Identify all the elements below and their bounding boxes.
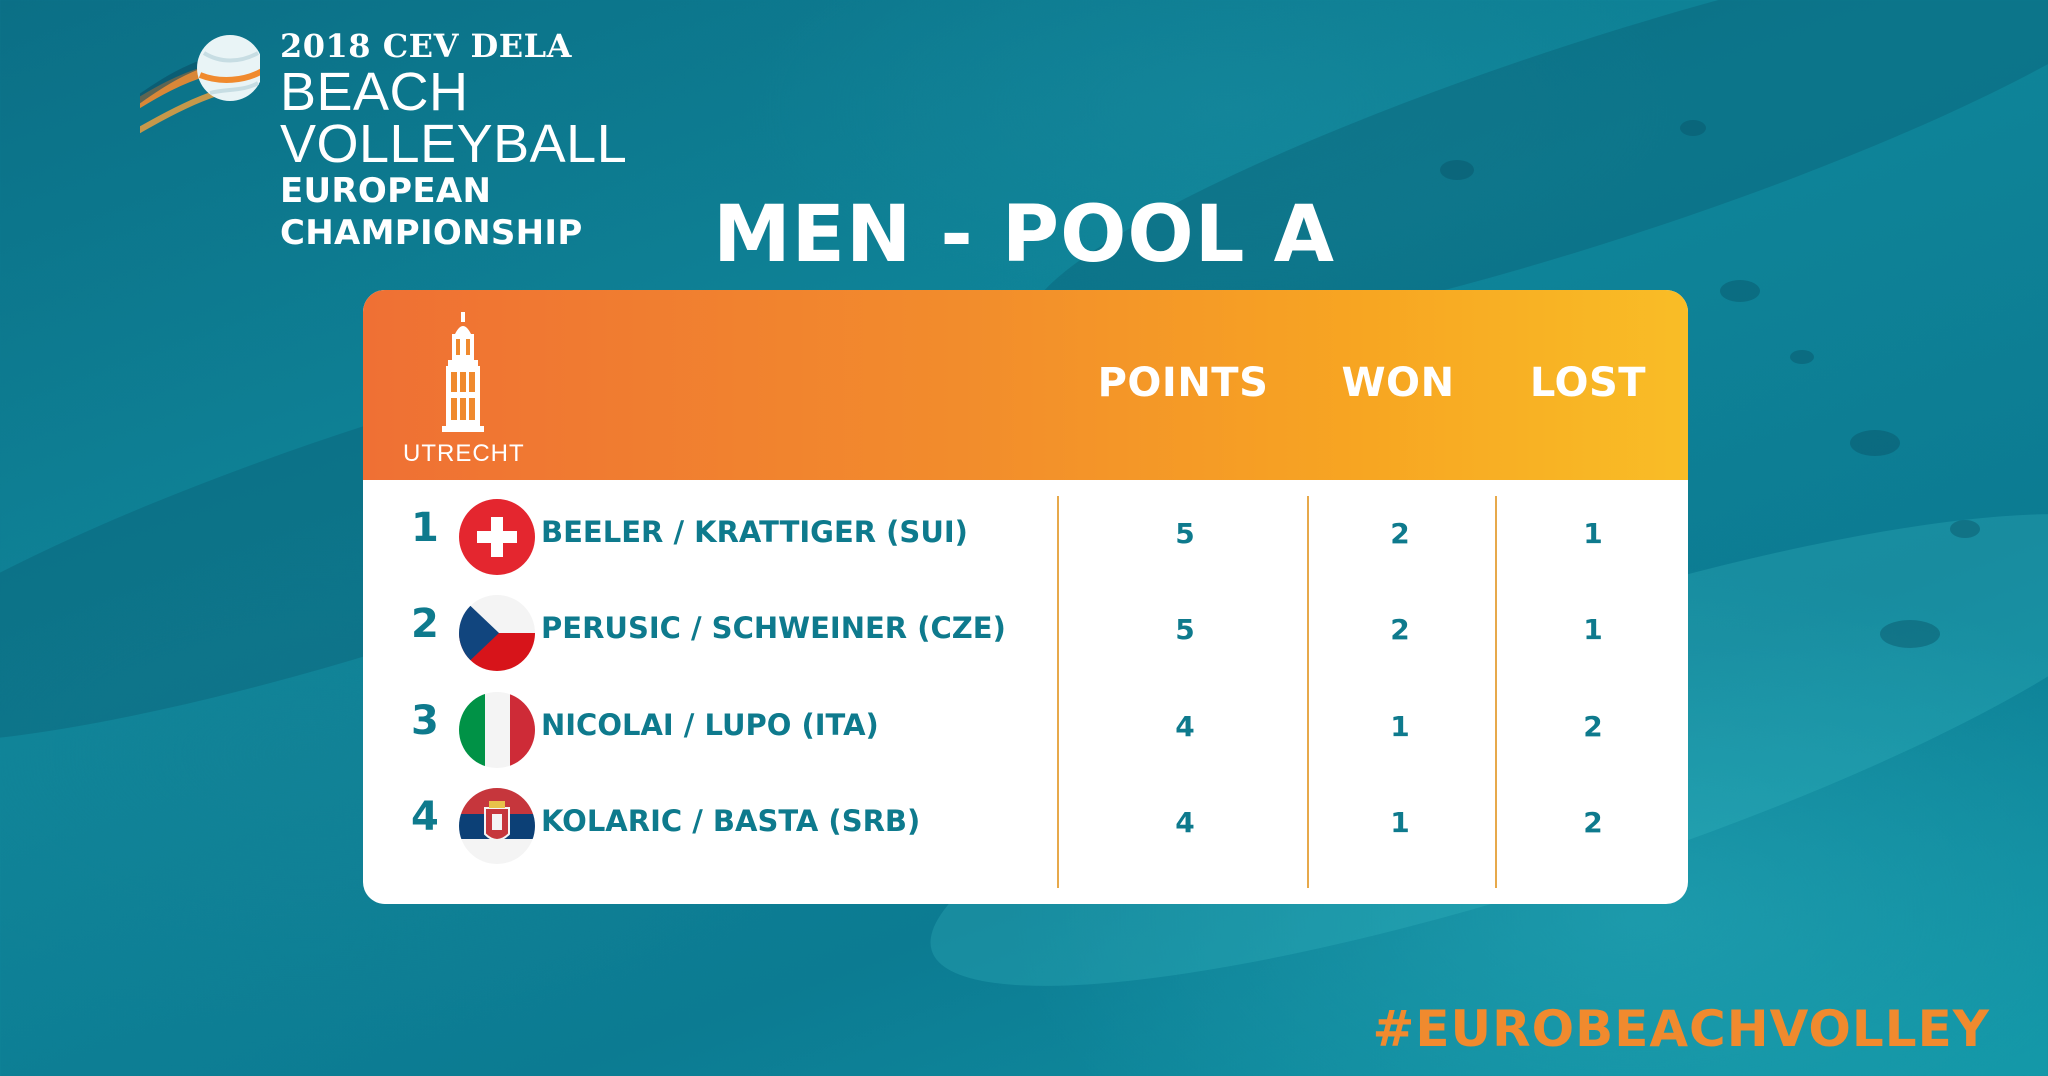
team-name: PERUSIC / SCHWEINER (CZE): [541, 611, 1006, 645]
background-splat: [1440, 160, 1474, 180]
hashtag: #EUROBEACHVOLLEY: [1372, 1000, 1990, 1058]
rank: 1: [411, 505, 439, 551]
team-name: NICOLAI / LUPO (ITA): [541, 708, 879, 742]
italy-flag-icon: [459, 692, 535, 768]
lost-value: 1: [1583, 517, 1603, 550]
won-value: 2: [1390, 517, 1410, 550]
team-name: KOLARIC / BASTA (SRB): [541, 804, 921, 838]
background-splat: [1680, 120, 1706, 136]
points-value: 5: [1175, 517, 1195, 550]
rank: 3: [411, 698, 439, 744]
team-name: BEELER / KRATTIGER (SUI): [541, 515, 968, 549]
volleyball-logo-icon: [140, 35, 260, 134]
switzerland-flag-icon: [459, 499, 535, 575]
table-row: 1 BEELER / KRATTIGER (SUI) 5 2 1: [363, 487, 1688, 577]
page-title: MEN - POOL A: [713, 190, 1335, 280]
table-header: UTRECHT POINTS WON LOST: [363, 290, 1688, 480]
czech-flag-icon: [459, 595, 535, 671]
rank: 4: [411, 794, 439, 840]
serbia-flag-icon: [459, 788, 535, 864]
table-row: 4 KOLARIC / BASTA (SRB) 4 1 2: [363, 776, 1688, 866]
points-value: 4: [1175, 710, 1195, 743]
won-value: 2: [1390, 613, 1410, 646]
won-value: 1: [1390, 806, 1410, 839]
table-row: 2 PERUSIC / SCHWEINER (CZE) 5 2 1: [363, 583, 1688, 673]
background-splat: [1790, 350, 1814, 364]
rank: 2: [411, 601, 439, 647]
background-splat: [1850, 430, 1900, 456]
background-splat: [1880, 620, 1940, 648]
logo-line-year: 2018 CEV DELA: [280, 27, 572, 65]
logo-line-sport: BEACH VOLLEYBALL: [280, 62, 628, 174]
background-splat: [1950, 520, 1980, 538]
points-value: 5: [1175, 613, 1195, 646]
lost-value: 2: [1583, 710, 1603, 743]
column-header-points: POINTS: [1097, 360, 1269, 406]
event-logo: 2018 CEV DELA BEACH VOLLEYBALL EUROPEAN …: [40, 18, 800, 253]
won-value: 1: [1390, 710, 1410, 743]
background-splat: [1720, 280, 1760, 302]
column-header-won: WON: [1341, 360, 1455, 406]
lost-value: 1: [1583, 613, 1603, 646]
city-label: UTRECHT: [403, 440, 525, 467]
dom-tower-icon: [442, 312, 484, 432]
points-value: 4: [1175, 806, 1195, 839]
table-row: 3 NICOLAI / LUPO (ITA) 4 1 2: [363, 680, 1688, 770]
standings-table: UTRECHT POINTS WON LOST 1 BEELER / KRATT…: [363, 290, 1688, 904]
column-header-lost: LOST: [1529, 360, 1647, 406]
lost-value: 2: [1583, 806, 1603, 839]
